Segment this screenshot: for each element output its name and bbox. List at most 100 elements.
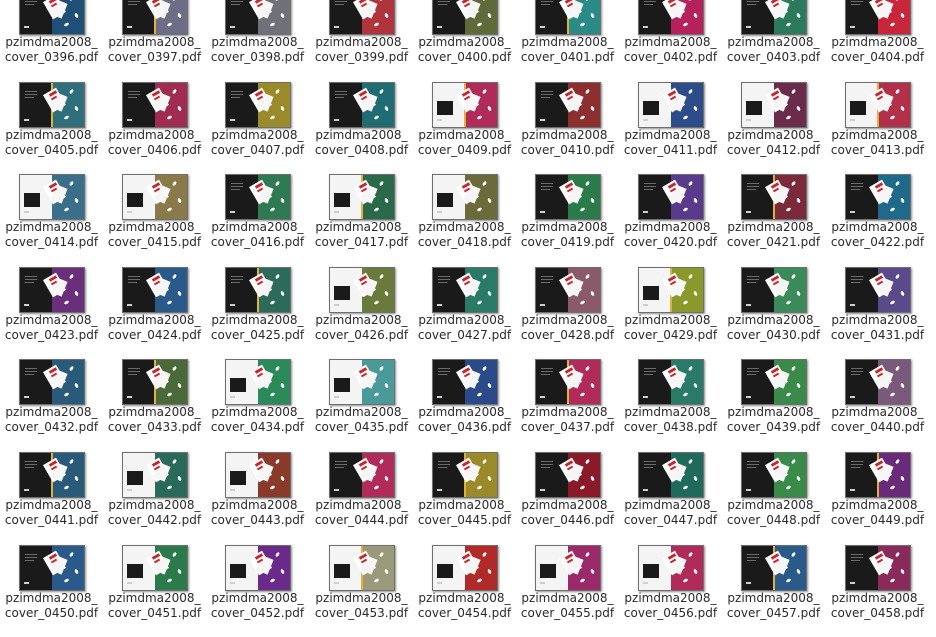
pdf-thumbnail-icon[interactable] — [741, 359, 807, 405]
file-item[interactable]: pzimdma2008_ cover_0443.pdf — [206, 452, 309, 544]
file-item[interactable]: pzimdma2008_ cover_0413.pdf — [826, 82, 929, 174]
file-item[interactable]: pzimdma2008_ cover_0410.pdf — [516, 82, 619, 174]
pdf-thumbnail-icon[interactable] — [432, 545, 498, 591]
pdf-thumbnail-icon[interactable] — [845, 174, 911, 220]
file-item[interactable]: pzimdma2008_ cover_0439.pdf — [722, 359, 825, 451]
file-item[interactable]: pzimdma2008_ cover_0399.pdf — [310, 0, 413, 81]
pdf-thumbnail-icon[interactable] — [535, 174, 601, 220]
file-item[interactable]: pzimdma2008_ cover_0397.pdf — [103, 0, 206, 81]
pdf-thumbnail-icon[interactable] — [638, 452, 704, 498]
pdf-thumbnail-icon[interactable] — [19, 545, 85, 591]
file-item[interactable]: pzimdma2008_ cover_0419.pdf — [516, 174, 619, 266]
file-item[interactable]: pzimdma2008_ cover_0458.pdf — [826, 545, 929, 637]
pdf-thumbnail-icon[interactable] — [535, 82, 601, 128]
file-item[interactable]: pzimdma2008_ cover_0451.pdf — [103, 545, 206, 637]
file-item[interactable]: pzimdma2008_ cover_0428.pdf — [516, 267, 619, 359]
pdf-thumbnail-icon[interactable] — [432, 82, 498, 128]
file-item[interactable]: pzimdma2008_ cover_0422.pdf — [826, 174, 929, 266]
pdf-thumbnail-icon[interactable] — [122, 267, 188, 313]
pdf-thumbnail-icon[interactable] — [741, 267, 807, 313]
file-item[interactable]: pzimdma2008_ cover_0398.pdf — [206, 0, 309, 81]
pdf-thumbnail-icon[interactable] — [432, 267, 498, 313]
file-item[interactable]: pzimdma2008_ cover_0417.pdf — [310, 174, 413, 266]
pdf-thumbnail-icon[interactable] — [225, 452, 291, 498]
pdf-thumbnail-icon[interactable] — [225, 267, 291, 313]
pdf-thumbnail-icon[interactable] — [845, 545, 911, 591]
pdf-thumbnail-icon[interactable] — [432, 452, 498, 498]
file-item[interactable]: pzimdma2008_ cover_0423.pdf — [0, 267, 103, 359]
pdf-thumbnail-icon[interactable] — [432, 0, 498, 35]
file-item[interactable]: pzimdma2008_ cover_0411.pdf — [619, 82, 722, 174]
pdf-thumbnail-icon[interactable] — [122, 359, 188, 405]
file-item[interactable]: pzimdma2008_ cover_0446.pdf — [516, 452, 619, 544]
file-item[interactable]: pzimdma2008_ cover_0415.pdf — [103, 174, 206, 266]
pdf-thumbnail-icon[interactable] — [329, 452, 395, 498]
file-item[interactable]: pzimdma2008_ cover_0402.pdf — [619, 0, 722, 81]
file-item[interactable]: pzimdma2008_ cover_0408.pdf — [310, 82, 413, 174]
pdf-thumbnail-icon[interactable] — [432, 174, 498, 220]
file-item[interactable]: pzimdma2008_ cover_0403.pdf — [722, 0, 825, 81]
pdf-thumbnail-icon[interactable] — [329, 0, 395, 35]
file-item[interactable]: pzimdma2008_ cover_0425.pdf — [206, 267, 309, 359]
pdf-thumbnail-icon[interactable] — [535, 267, 601, 313]
pdf-thumbnail-icon[interactable] — [19, 359, 85, 405]
file-item[interactable]: pzimdma2008_ cover_0452.pdf — [206, 545, 309, 637]
pdf-thumbnail-icon[interactable] — [329, 545, 395, 591]
pdf-thumbnail-icon[interactable] — [122, 452, 188, 498]
pdf-thumbnail-icon[interactable] — [122, 0, 188, 35]
file-item[interactable]: pzimdma2008_ cover_0435.pdf — [310, 359, 413, 451]
file-item[interactable]: pzimdma2008_ cover_0437.pdf — [516, 359, 619, 451]
pdf-thumbnail-icon[interactable] — [535, 452, 601, 498]
pdf-thumbnail-icon[interactable] — [535, 359, 601, 405]
file-item[interactable]: pzimdma2008_ cover_0412.pdf — [722, 82, 825, 174]
file-item[interactable]: pzimdma2008_ cover_0455.pdf — [516, 545, 619, 637]
pdf-thumbnail-icon[interactable] — [122, 545, 188, 591]
pdf-thumbnail-icon[interactable] — [225, 0, 291, 35]
file-item[interactable]: pzimdma2008_ cover_0406.pdf — [103, 82, 206, 174]
file-item[interactable]: pzimdma2008_ cover_0416.pdf — [206, 174, 309, 266]
file-item[interactable]: pzimdma2008_ cover_0421.pdf — [722, 174, 825, 266]
file-item[interactable]: pzimdma2008_ cover_0401.pdf — [516, 0, 619, 81]
file-item[interactable]: pzimdma2008_ cover_0445.pdf — [413, 452, 516, 544]
file-item[interactable]: pzimdma2008_ cover_0449.pdf — [826, 452, 929, 544]
file-item[interactable]: pzimdma2008_ cover_0430.pdf — [722, 267, 825, 359]
file-item[interactable]: pzimdma2008_ cover_0431.pdf — [826, 267, 929, 359]
pdf-thumbnail-icon[interactable] — [225, 174, 291, 220]
file-item[interactable]: pzimdma2008_ cover_0424.pdf — [103, 267, 206, 359]
pdf-thumbnail-icon[interactable] — [741, 82, 807, 128]
file-item[interactable]: pzimdma2008_ cover_0418.pdf — [413, 174, 516, 266]
pdf-thumbnail-icon[interactable] — [741, 545, 807, 591]
file-item[interactable]: pzimdma2008_ cover_0405.pdf — [0, 82, 103, 174]
pdf-thumbnail-icon[interactable] — [845, 0, 911, 35]
file-item[interactable]: pzimdma2008_ cover_0456.pdf — [619, 545, 722, 637]
file-item[interactable]: pzimdma2008_ cover_0457.pdf — [722, 545, 825, 637]
pdf-thumbnail-icon[interactable] — [845, 452, 911, 498]
pdf-thumbnail-icon[interactable] — [638, 359, 704, 405]
pdf-thumbnail-icon[interactable] — [19, 174, 85, 220]
pdf-thumbnail-icon[interactable] — [329, 267, 395, 313]
pdf-thumbnail-icon[interactable] — [638, 82, 704, 128]
file-item[interactable]: pzimdma2008_ cover_0420.pdf — [619, 174, 722, 266]
file-item[interactable]: pzimdma2008_ cover_0409.pdf — [413, 82, 516, 174]
file-item[interactable]: pzimdma2008_ cover_0442.pdf — [103, 452, 206, 544]
file-item[interactable]: pzimdma2008_ cover_0448.pdf — [722, 452, 825, 544]
pdf-thumbnail-icon[interactable] — [741, 452, 807, 498]
file-item[interactable]: pzimdma2008_ cover_0426.pdf — [310, 267, 413, 359]
file-item[interactable]: pzimdma2008_ cover_0454.pdf — [413, 545, 516, 637]
pdf-thumbnail-icon[interactable] — [19, 267, 85, 313]
pdf-thumbnail-icon[interactable] — [225, 82, 291, 128]
pdf-thumbnail-icon[interactable] — [329, 359, 395, 405]
file-item[interactable]: pzimdma2008_ cover_0396.pdf — [0, 0, 103, 81]
file-item[interactable]: pzimdma2008_ cover_0436.pdf — [413, 359, 516, 451]
file-item[interactable]: pzimdma2008_ cover_0414.pdf — [0, 174, 103, 266]
file-item[interactable]: pzimdma2008_ cover_0434.pdf — [206, 359, 309, 451]
pdf-thumbnail-icon[interactable] — [432, 359, 498, 405]
file-item[interactable]: pzimdma2008_ cover_0440.pdf — [826, 359, 929, 451]
pdf-thumbnail-icon[interactable] — [741, 0, 807, 35]
file-item[interactable]: pzimdma2008_ cover_0432.pdf — [0, 359, 103, 451]
pdf-thumbnail-icon[interactable] — [845, 82, 911, 128]
file-item[interactable]: pzimdma2008_ cover_0438.pdf — [619, 359, 722, 451]
file-item[interactable]: pzimdma2008_ cover_0453.pdf — [310, 545, 413, 637]
file-item[interactable]: pzimdma2008_ cover_0429.pdf — [619, 267, 722, 359]
pdf-thumbnail-icon[interactable] — [122, 174, 188, 220]
